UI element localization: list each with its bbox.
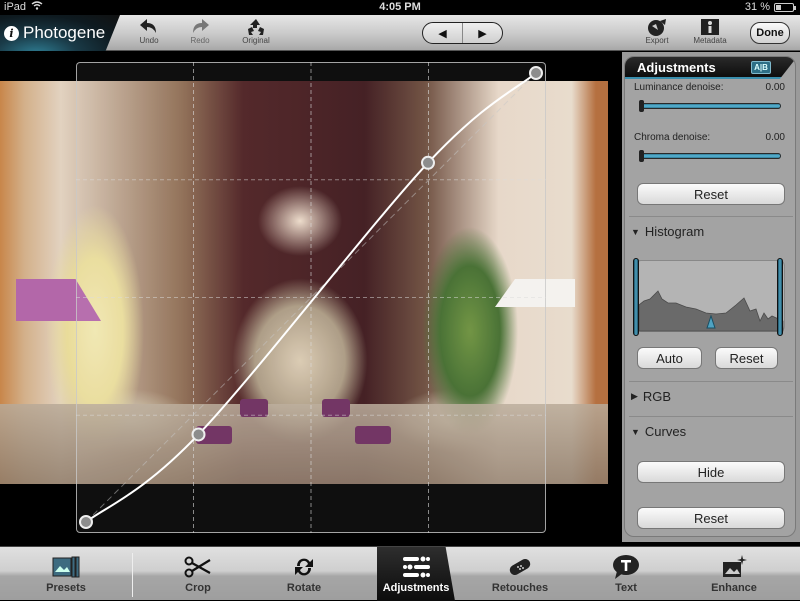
tab-rotate[interactable]: Rotate	[252, 547, 356, 601]
next-photo-button[interactable]: ▶	[462, 23, 502, 43]
tab-adjustments[interactable]: Adjustments	[377, 547, 455, 601]
undo-icon	[140, 19, 156, 33]
compare-ab-icon[interactable]: A|B	[751, 61, 771, 74]
original-label: Original	[242, 36, 270, 45]
recycle-icon	[248, 19, 264, 35]
presets-icon	[52, 556, 80, 578]
photo-navigation: ◀ ▶	[422, 22, 503, 44]
metadata-label: Metadata	[693, 36, 727, 45]
chroma-denoise-slider[interactable]	[639, 150, 781, 162]
histogram-reset-button[interactable]: Reset	[715, 347, 778, 369]
divider	[629, 381, 793, 382]
enhance-icon	[723, 555, 747, 577]
next-icon: ▶	[478, 27, 487, 40]
redo-icon	[193, 19, 209, 33]
histogram-section-toggle[interactable]: ▼ Histogram	[631, 224, 704, 239]
expanded-triangle-icon: ▼	[631, 426, 640, 437]
luminance-denoise-label: Luminance denoise:	[634, 82, 724, 93]
done-button[interactable]: Done	[750, 22, 790, 44]
tab-label: Rotate	[286, 582, 322, 594]
tab-enhance[interactable]: Enhance	[682, 547, 786, 601]
tab-retouches[interactable]: Retouches	[468, 547, 572, 601]
tab-crop[interactable]: Crop	[146, 547, 250, 601]
curves-reset-button[interactable]: Reset	[637, 507, 785, 529]
photo-canvas[interactable]	[0, 52, 622, 542]
sliders-icon	[403, 556, 430, 578]
adjustments-panel: Adjustments A|B Luminance denoise: 0.00 …	[622, 52, 800, 542]
curves-overlay[interactable]	[0, 52, 622, 542]
tab-label: Retouches	[491, 582, 549, 594]
expanded-triangle-icon: ▼	[631, 226, 640, 237]
rotate-icon	[295, 558, 313, 576]
metadata-icon	[701, 19, 719, 35]
text-bubble-icon	[613, 555, 639, 579]
info-icon[interactable]: i	[4, 25, 19, 41]
tab-label: Text	[615, 582, 637, 594]
tab-label: Crop	[185, 582, 211, 594]
scissors-icon	[184, 556, 211, 578]
histogram-view	[633, 258, 785, 336]
previous-photo-button[interactable]: ◀	[423, 23, 462, 43]
metadata-button[interactable]: Metadata	[688, 17, 732, 45]
divider	[629, 216, 793, 217]
histogram-label: Histogram	[644, 224, 705, 239]
export-icon	[648, 19, 666, 36]
top-toolbar: i Photogene Undo Redo Original ◀ ▶ Expor…	[0, 15, 800, 51]
curves-hide-button[interactable]: Hide	[637, 461, 785, 483]
panel-title: Adjustments	[637, 60, 716, 75]
redo-button[interactable]: Redo	[178, 17, 222, 45]
app-brand[interactable]: i Photogene	[0, 15, 120, 51]
tab-presets[interactable]: Presets	[14, 547, 118, 601]
histogram-midtone-handle[interactable]	[706, 315, 716, 329]
collapsed-triangle-icon: ▶	[631, 391, 638, 401]
curves-section-toggle[interactable]: ▼ Curves	[631, 424, 686, 439]
tab-label: Enhance	[711, 582, 757, 594]
curve-control-point[interactable]	[79, 515, 93, 529]
histogram-black-point-handle[interactable]	[633, 258, 639, 336]
histogram-white-point-handle[interactable]	[777, 258, 783, 336]
previous-icon: ◀	[438, 27, 447, 40]
undo-label: Undo	[139, 36, 159, 45]
bottom-tab-bar: Presets Crop Rotate Adjustments Retouche…	[0, 546, 800, 601]
export-button[interactable]: Export	[635, 17, 679, 45]
bandage-icon	[509, 559, 531, 575]
curve-control-point[interactable]	[529, 66, 543, 80]
histogram-auto-button[interactable]: Auto	[637, 347, 702, 369]
rgb-label: RGB	[642, 389, 672, 404]
undo-button[interactable]: Undo	[127, 17, 171, 45]
curve-control-point[interactable]	[421, 155, 435, 170]
curves-label: Curves	[644, 424, 687, 439]
slider-thumb[interactable]	[639, 150, 644, 162]
tab-text[interactable]: Text	[574, 547, 678, 601]
curve-control-point[interactable]	[191, 427, 206, 442]
slider-thumb[interactable]	[639, 100, 644, 112]
rgb-section-toggle[interactable]: ▶ RGB	[631, 389, 671, 404]
luminance-denoise-slider[interactable]	[639, 100, 781, 112]
divider	[629, 416, 793, 417]
battery-icon	[774, 2, 796, 12]
denoise-reset-button[interactable]: Reset	[637, 183, 785, 205]
tab-label: Presets	[46, 582, 86, 594]
divider	[132, 553, 133, 597]
tab-label: Adjustments	[382, 582, 450, 594]
chroma-denoise-value: 0.00	[765, 132, 785, 143]
clock: 4:05 PM	[379, 1, 421, 13]
original-button[interactable]: Original	[234, 17, 278, 45]
app-title: Photogene	[23, 23, 106, 42]
chroma-denoise-label: Chroma denoise:	[634, 132, 711, 143]
status-bar: iPad 4:05 PM 31 %	[0, 0, 800, 15]
battery-percent: 31 %	[744, 1, 770, 13]
redo-label: Redo	[190, 36, 210, 45]
export-label: Export	[645, 36, 669, 45]
luminance-denoise-value: 0.00	[765, 82, 785, 93]
